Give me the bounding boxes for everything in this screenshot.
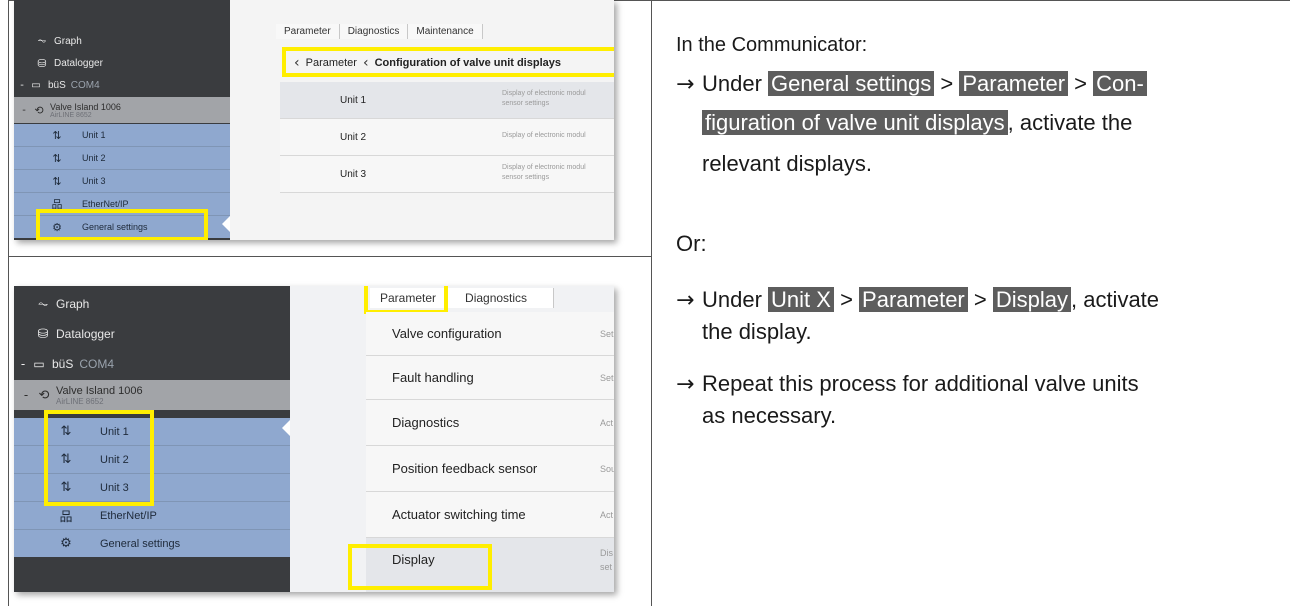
sidebar-item-datalogger[interactable]: ⛁ Datalogger: [14, 322, 290, 346]
tag-configuration-part-2: figuration of valve unit displays: [702, 110, 1008, 135]
highlight-general-settings: [36, 209, 208, 240]
content-panel: Parameter Diagnostics Maintenance ‹ Para…: [230, 0, 614, 240]
sidebar-item-general-settings[interactable]: ⚙ General settings: [14, 530, 290, 557]
valve-unit-icon: ⇅: [52, 151, 62, 165]
sidebar-item-unit-3[interactable]: ⇅ Unit 3: [14, 170, 230, 192]
tab-diagnostics[interactable]: Diagnostics: [447, 288, 555, 308]
network-icon: 品: [59, 510, 73, 525]
list-item-position-feedback-sensor[interactable]: Position feedback sensor Sou: [366, 446, 614, 492]
list-item-diagnostics[interactable]: Diagnostics Act: [366, 400, 614, 446]
list-item-unit-1[interactable]: Unit 1 Display of electronic modul senso…: [280, 82, 614, 119]
sidebar-item-graph[interactable]: ⏦ Graph: [14, 292, 290, 316]
tab-bar: Parameter Diagnostics Maintenance: [276, 24, 483, 39]
sidebar-item-unit-1[interactable]: ⇅ Unit 1: [14, 124, 230, 146]
list-item-unit-2[interactable]: Unit 2 Display of electronic modul: [280, 119, 614, 156]
sidebar-item-unit-2[interactable]: ⇅ Unit 2: [14, 147, 230, 169]
sidebar-item-bus[interactable]: - ▭ büS COM4: [14, 74, 230, 96]
instruction-step-2-line-2: the display.: [702, 319, 812, 344]
highlight-breadcrumb: [282, 47, 614, 77]
tag-parameter: Parameter: [859, 287, 968, 312]
arrow-right-icon: →: [676, 372, 695, 397]
tag-parameter: Parameter: [959, 71, 1069, 96]
gear-icon: ⚙: [60, 536, 72, 551]
instruction-step-1-line-1: → Under General settings > Parameter > Co…: [676, 66, 1147, 103]
tag-display: Display: [992, 287, 1071, 312]
sidebar-item-datalogger[interactable]: ⛁ Datalogger: [14, 52, 230, 74]
sidebar-item-ethernet[interactable]: 品 EtherNet/IP: [14, 502, 290, 529]
sidebar-item-device[interactable]: - ⟲ Valve Island 1006 AirLINE 8652: [14, 97, 230, 123]
highlight-display: [348, 544, 492, 590]
database-icon: ⛁: [37, 56, 47, 70]
sidebar: ⏦ Graph ⛁ Datalogger - ▭ büS COM4 - ⟲ Va…: [14, 286, 290, 592]
highlight-parameter-tab: [364, 286, 448, 314]
tag-configuration-part-1: Con-: [1093, 71, 1147, 96]
instruction-step-1-line-2: figuration of valve unit displays, activ…: [702, 105, 1132, 141]
valve-island-icon: ⟲: [38, 387, 50, 403]
table-left-border: [8, 0, 9, 606]
sidebar: ⏦ Graph ⛁ Datalogger - ▭ büS COM4 - ⟲ Va…: [14, 0, 230, 240]
database-icon: ⛁: [37, 326, 49, 342]
screenshot-general-settings: ⏦ Graph ⛁ Datalogger - ▭ büS COM4 - ⟲ Va…: [14, 0, 614, 240]
highlight-units: [44, 410, 154, 506]
collapse-icon: -: [20, 79, 24, 91]
sidebar-item-graph[interactable]: ⏦ Graph: [14, 30, 230, 52]
screenshot-unit-parameters: ⏦ Graph ⛁ Datalogger - ▭ büS COM4 - ⟲ Va…: [14, 286, 614, 592]
collapse-icon: -: [23, 388, 29, 402]
table-row-divider: [8, 256, 651, 257]
graph-icon: ⏦: [37, 34, 47, 47]
arrow-right-icon: →: [676, 288, 695, 313]
valve-unit-icon: ⇅: [52, 128, 62, 142]
selection-pointer: [222, 216, 230, 232]
valve-unit-icon: ⇅: [52, 174, 62, 188]
tab-diagnostics[interactable]: Diagnostics: [339, 24, 409, 39]
instruction-step-1-line-3: relevant displays.: [702, 151, 872, 176]
list-item-valve-configuration[interactable]: Valve configuration Set: [366, 312, 614, 356]
list-item-fault-handling[interactable]: Fault handling Set: [366, 356, 614, 400]
collapse-icon: -: [20, 357, 26, 371]
arrow-right-icon: →: [676, 72, 695, 97]
tag-unit-x: Unit X: [768, 287, 834, 312]
tab-maintenance[interactable]: Maintenance: [408, 24, 483, 39]
folder-icon: ▭: [31, 79, 41, 91]
selection-pointer: [282, 420, 290, 436]
table-column-divider: [651, 0, 652, 606]
folder-icon: ▭: [33, 357, 45, 371]
instruction-or: Or:: [676, 231, 707, 256]
collapse-icon: -: [22, 104, 26, 116]
list-item-unit-3[interactable]: Unit 3 Display of electronic modul senso…: [280, 156, 614, 193]
content-panel: Parameter Diagnostics Valve configuratio…: [290, 286, 614, 592]
list-item-actuator-switching-time[interactable]: Actuator switching time Act: [366, 492, 614, 538]
graph-icon: ⏦: [37, 296, 49, 312]
tab-parameter[interactable]: Parameter: [276, 24, 340, 39]
sidebar-item-bus[interactable]: - ▭ büS COM4: [14, 352, 290, 376]
sidebar-item-device[interactable]: - ⟲ Valve Island 1006 AirLINE 8652: [14, 380, 290, 410]
tag-general-settings: General settings: [768, 71, 935, 96]
instruction-step-3-line-2: as necessary.: [702, 403, 837, 428]
instructions-heading: In the Communicator:: [676, 34, 868, 56]
valve-island-icon: ⟲: [34, 103, 44, 117]
